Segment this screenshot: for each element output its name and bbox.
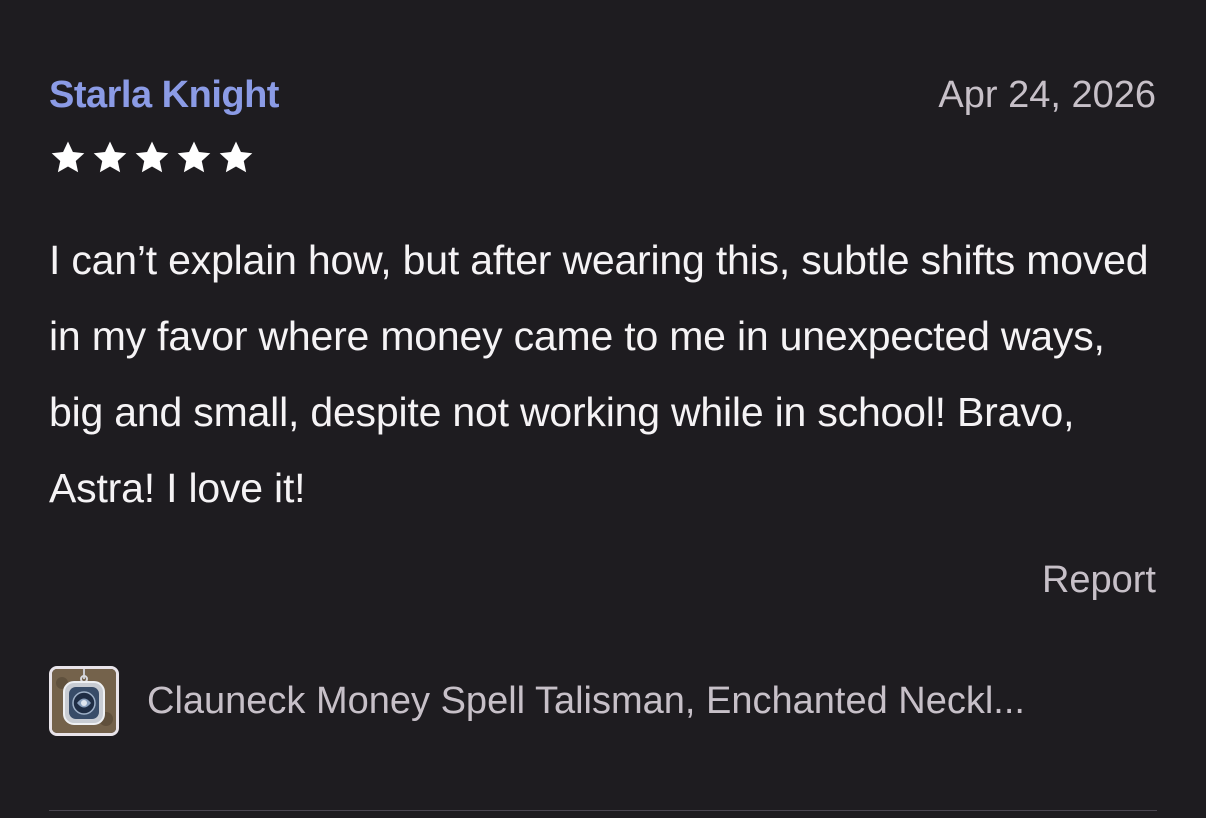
review-date: Apr 24, 2026 xyxy=(938,74,1156,116)
product-title[interactable]: Clauneck Money Spell Talisman, Enchanted… xyxy=(147,680,1025,723)
report-link[interactable]: Report xyxy=(1042,559,1156,602)
product-image-icon xyxy=(52,669,116,733)
reviewer-name[interactable]: Starla Knight xyxy=(49,74,279,117)
review-card: Starla Knight Apr 24, 2026 I can’t expla… xyxy=(0,0,1206,818)
product-link[interactable]: Clauneck Money Spell Talisman, Enchanted… xyxy=(49,664,1157,738)
star-icon xyxy=(93,141,127,173)
divider xyxy=(49,810,1157,811)
talisman-necklace-thumbnail[interactable] xyxy=(49,666,119,736)
star-icon xyxy=(135,141,169,173)
star-rating xyxy=(49,139,255,177)
star-icon xyxy=(51,141,85,173)
review-text: I can’t explain how, but after wearing t… xyxy=(49,237,1149,511)
star-icon xyxy=(219,141,253,173)
star-icon xyxy=(177,141,211,173)
